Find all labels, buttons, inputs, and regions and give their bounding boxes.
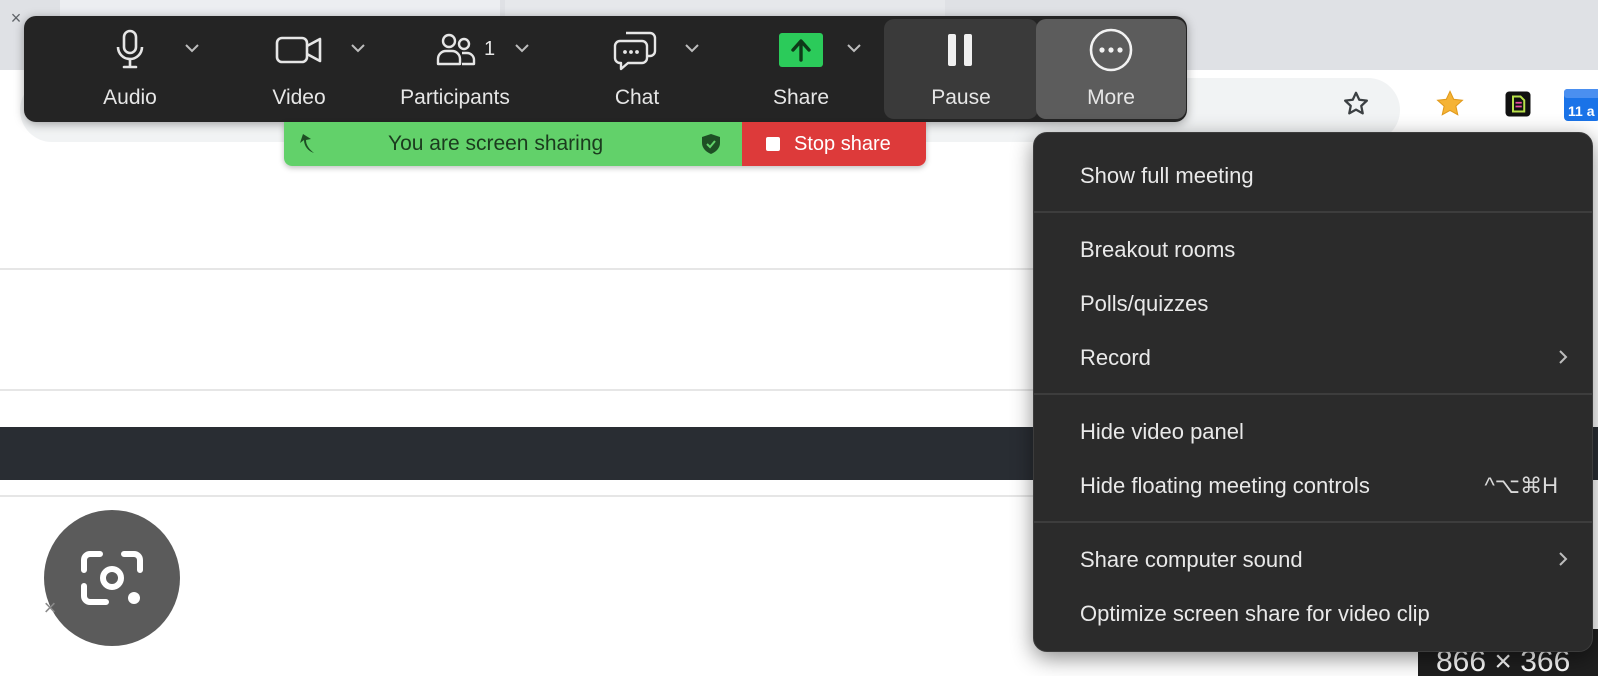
submenu-chevron-right-icon bbox=[1556, 347, 1570, 367]
menu-item-label: Hide floating meeting controls bbox=[1080, 473, 1370, 498]
dismiss-icon[interactable]: × bbox=[38, 596, 62, 620]
menu-item-optimize-video-clip[interactable]: Optimize screen share for video clip bbox=[1034, 591, 1592, 635]
pause-icon bbox=[940, 28, 980, 72]
menu-item-label: Hide video panel bbox=[1080, 419, 1244, 444]
more-menu: Show full meeting Breakout rooms Polls/q… bbox=[1033, 132, 1593, 652]
chat-bubbles-icon bbox=[612, 28, 658, 72]
audio-button[interactable]: Audio bbox=[60, 16, 200, 122]
menu-divider bbox=[1034, 211, 1592, 213]
participants-label: Participants bbox=[400, 86, 510, 109]
divider bbox=[0, 268, 1040, 270]
video-camera-icon bbox=[274, 28, 324, 72]
share-button[interactable]: Share bbox=[730, 16, 880, 122]
microphone-icon bbox=[112, 28, 148, 72]
more-dots-icon bbox=[1086, 28, 1136, 72]
video-label: Video bbox=[272, 86, 326, 109]
screen: × 11 a × 866 × 366 Audio Video 1 Partici… bbox=[0, 0, 1598, 676]
stop-square-icon bbox=[766, 137, 780, 151]
divider bbox=[0, 495, 1040, 497]
menu-item-polls-quizzes[interactable]: Polls/quizzes bbox=[1034, 281, 1592, 325]
submenu-chevron-right-icon bbox=[1556, 549, 1570, 569]
menu-item-label: Record bbox=[1080, 345, 1151, 370]
camera-lens-icon bbox=[81, 551, 143, 605]
video-options-chevron-icon[interactable] bbox=[346, 36, 370, 60]
menu-item-label: Breakout rooms bbox=[1080, 237, 1236, 262]
menu-item-share-computer-sound[interactable]: Share computer sound bbox=[1034, 537, 1592, 581]
more-label: More bbox=[1087, 86, 1135, 109]
participants-options-chevron-icon[interactable] bbox=[510, 36, 534, 60]
chat-button[interactable]: Chat bbox=[572, 16, 722, 122]
share-screen-arrow-icon bbox=[778, 28, 824, 72]
sharing-message: You are screen sharing bbox=[388, 132, 604, 155]
menu-divider bbox=[1034, 393, 1592, 395]
lens-search-button[interactable] bbox=[44, 510, 180, 646]
chat-options-chevron-icon[interactable] bbox=[680, 36, 704, 60]
video-button[interactable]: Video bbox=[224, 16, 374, 122]
menu-item-label: Polls/quizzes bbox=[1080, 291, 1209, 316]
participants-button[interactable]: 1 Participants bbox=[380, 16, 570, 122]
keyboard-shortcut: ^⌥⌘H bbox=[1484, 473, 1558, 498]
menu-item-hide-video-panel[interactable]: Hide video panel bbox=[1034, 409, 1592, 453]
divider bbox=[0, 389, 1040, 391]
extension-calendar-icon[interactable]: 11 a bbox=[1562, 84, 1598, 124]
share-options-chevron-icon[interactable] bbox=[842, 36, 866, 60]
stop-share-button[interactable]: Stop share bbox=[742, 122, 926, 166]
floating-meeting-controls: Audio Video 1 Participants Chat Share Pa… bbox=[24, 16, 1187, 122]
more-button[interactable]: More bbox=[1036, 19, 1186, 119]
participants-icon bbox=[436, 28, 476, 72]
pause-share-button[interactable]: Pause bbox=[884, 19, 1038, 119]
menu-item-label: Optimize screen share for video clip bbox=[1080, 601, 1430, 626]
menu-item-breakout-rooms[interactable]: Breakout rooms bbox=[1034, 227, 1592, 271]
extension-star-icon[interactable] bbox=[1430, 84, 1470, 124]
tab-close-icon[interactable]: × bbox=[6, 8, 26, 28]
share-drag-arrow-icon[interactable] bbox=[294, 131, 320, 157]
calendar-badge-text: 11 a bbox=[1568, 103, 1595, 119]
menu-item-label: Show full meeting bbox=[1080, 163, 1254, 188]
bookmark-star-icon[interactable] bbox=[1336, 84, 1376, 124]
security-shield-icon[interactable] bbox=[700, 133, 722, 155]
screen-sharing-status-bar: You are screen sharing Stop share bbox=[284, 122, 926, 166]
menu-divider bbox=[1034, 521, 1592, 523]
menu-item-hide-floating-controls[interactable]: Hide floating meeting controls ^⌥⌘H bbox=[1034, 463, 1592, 507]
stop-share-label: Stop share bbox=[794, 133, 891, 155]
pause-label: Pause bbox=[931, 86, 991, 109]
audio-options-chevron-icon[interactable] bbox=[180, 36, 204, 60]
menu-item-show-full-meeting[interactable]: Show full meeting bbox=[1034, 153, 1592, 197]
sharing-indicator: You are screen sharing bbox=[284, 122, 742, 166]
extension-document-icon[interactable] bbox=[1498, 84, 1538, 124]
participant-count: 1 bbox=[484, 38, 496, 60]
menu-item-label: Share computer sound bbox=[1080, 547, 1303, 572]
share-label: Share bbox=[772, 86, 830, 109]
menu-item-record[interactable]: Record bbox=[1034, 335, 1592, 379]
audio-label: Audio bbox=[103, 86, 157, 109]
chat-label: Chat bbox=[614, 86, 660, 109]
